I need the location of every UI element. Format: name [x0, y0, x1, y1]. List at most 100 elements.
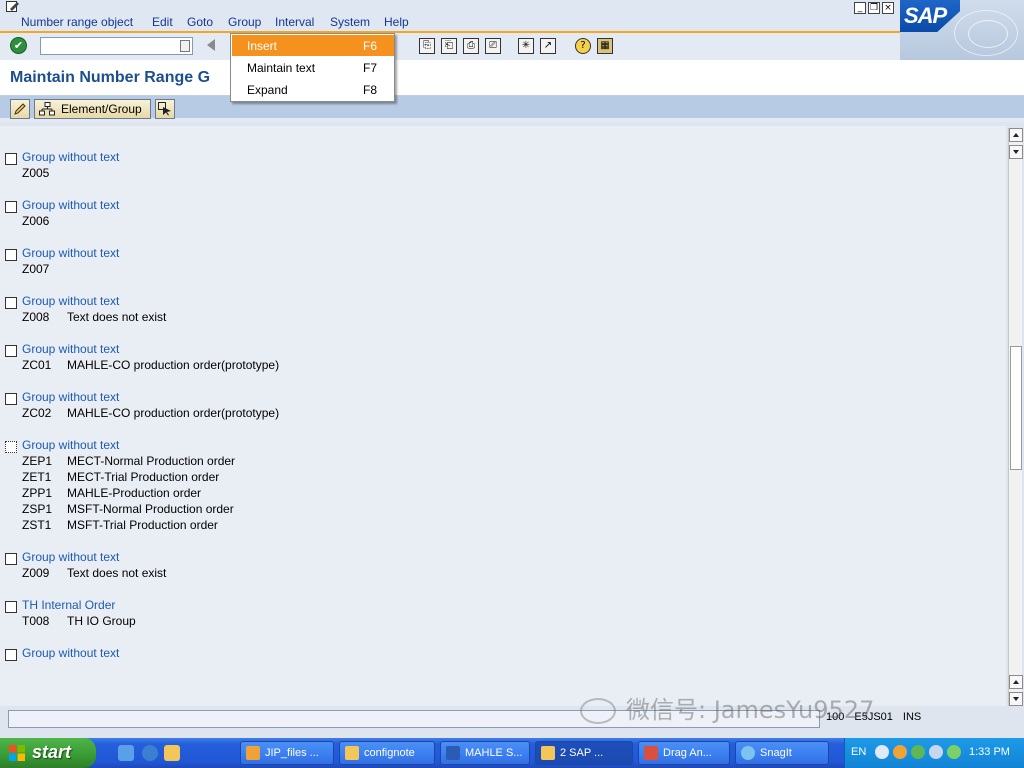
taskbar-button-sap[interactable]: 2 SAP ...	[535, 741, 633, 765]
group-name-link[interactable]: Group without text	[22, 150, 119, 164]
subobject-text: Text does not exist	[67, 566, 167, 580]
subobject-code: ZPP1	[22, 486, 53, 500]
group-name-link[interactable]: TH Internal Order	[22, 598, 115, 612]
scroll-thumb[interactable]	[1010, 346, 1022, 470]
menu-group[interactable]: Group	[228, 15, 261, 29]
taskbar-button-label: MAHLE S...	[465, 747, 523, 759]
tray-snagit-icon[interactable]	[893, 745, 907, 759]
tray-arrow-icon[interactable]	[875, 745, 889, 759]
tray-network-icon[interactable]	[911, 745, 925, 759]
menu-help[interactable]: Help	[384, 15, 409, 29]
subobject-row: Z007	[22, 262, 67, 276]
layout-menu-icon[interactable]: ▦	[597, 38, 613, 54]
menu-goto[interactable]: Goto	[187, 15, 213, 29]
drag-icon	[644, 746, 658, 760]
minimize-button[interactable]: _	[854, 2, 866, 14]
group-name-link[interactable]: Group without text	[22, 550, 119, 564]
find-icon[interactable]: ⎙	[463, 38, 479, 54]
subobject-code: ZST1	[22, 518, 52, 532]
input-mode[interactable]: INS	[903, 711, 921, 723]
subobject-row: Z008 Text does not exist	[22, 310, 166, 324]
logo-ripple	[968, 20, 1008, 48]
group-checkbox[interactable]	[5, 649, 17, 661]
command-field[interactable]	[40, 37, 193, 55]
tray-monitor-icon[interactable]	[929, 745, 943, 759]
menu-option-shortcut: F8	[363, 83, 378, 97]
watermark: 微信号: JamesYu9527	[580, 690, 874, 725]
window-menu-icon[interactable]	[6, 1, 20, 13]
taskbar-button-mahle[interactable]: MAHLE S...	[440, 741, 530, 765]
desktop-icon[interactable]	[118, 745, 134, 761]
back-arrow-icon[interactable]	[207, 39, 215, 51]
menu-option-expand[interactable]: Expand F8	[232, 79, 394, 100]
taskbar-button-label: JIP_files ...	[265, 747, 319, 759]
previous-page-icon[interactable]: ↗	[540, 38, 556, 54]
group-name-link[interactable]: Group without text	[22, 246, 119, 260]
group-checkbox[interactable]	[5, 441, 17, 453]
copy-icon[interactable]: ⎗	[441, 38, 457, 54]
ie-icon[interactable]	[142, 745, 158, 761]
windows-taskbar: start JIP_files ... confignote MAHLE S..…	[0, 738, 1024, 768]
group-checkbox[interactable]	[5, 345, 17, 357]
taskbar-button-confignote[interactable]: confignote	[339, 741, 435, 765]
sap-icon	[541, 746, 555, 760]
element-group-button[interactable]: Element/Group	[34, 99, 151, 119]
first-page-icon[interactable]: ✳	[518, 38, 534, 54]
menu-number-range-object[interactable]: Number range object	[21, 15, 133, 29]
menu-system[interactable]: System	[330, 15, 370, 29]
group-name-link[interactable]: Group without text	[22, 294, 119, 308]
group-checkbox[interactable]	[5, 153, 17, 165]
restore-button[interactable]: ❐	[868, 2, 880, 14]
enter-check-icon[interactable]: ✔	[10, 37, 27, 54]
group-checkbox[interactable]	[5, 201, 17, 213]
group-checkbox[interactable]	[5, 601, 17, 613]
taskbar-button-jip-files[interactable]: JIP_files ...	[240, 741, 334, 765]
taskbar-button-drag-and-drop[interactable]: Drag An...	[638, 741, 730, 765]
menu-bar: Number range object Edit Goto Group Inte…	[0, 0, 1024, 33]
scroll-down-button[interactable]	[1009, 692, 1023, 706]
element-group-label: Element/Group	[61, 102, 142, 116]
subobject-text: MECT-Normal Production order	[67, 454, 236, 468]
find-next-icon[interactable]: ⎚	[485, 38, 501, 54]
scroll-up-button[interactable]	[1009, 128, 1023, 142]
menu-interval[interactable]: Interval	[275, 15, 314, 29]
taskbar-button-snagit[interactable]: SnagIt	[735, 741, 829, 765]
html-file-icon	[246, 746, 260, 760]
create-session-icon[interactable]: ⎘	[419, 38, 435, 54]
group-name-link[interactable]: Group without text	[22, 342, 119, 356]
vertical-scrollbar[interactable]	[1008, 128, 1023, 706]
subobject-text: MAHLE-CO production order(prototype)	[67, 358, 280, 372]
group-name-link[interactable]: Group without text	[22, 198, 119, 212]
select-button[interactable]	[155, 99, 175, 119]
command-history-icon[interactable]	[180, 40, 190, 52]
system-tray: EN 1:33 PM	[844, 738, 1024, 768]
group-name-link[interactable]: Group without text	[22, 438, 119, 452]
edit-pencil-button[interactable]	[10, 99, 30, 119]
subobject-code: Z007	[22, 262, 50, 276]
close-button[interactable]: ×	[882, 2, 894, 14]
start-button[interactable]: start	[0, 738, 96, 768]
explorer-icon[interactable]	[164, 745, 180, 761]
group-checkbox[interactable]	[5, 249, 17, 261]
group-name-link[interactable]: Group without text	[22, 390, 119, 404]
help-icon[interactable]: ?	[575, 38, 591, 54]
pencil-icon	[14, 103, 26, 115]
menu-edit[interactable]: Edit	[152, 15, 173, 29]
subobject-code: T008	[22, 614, 50, 628]
tray-wifi-icon[interactable]	[947, 745, 961, 759]
group-entry: Group without text ZEP1 MECT-Normal Produc…	[0, 438, 990, 534]
group-checkbox[interactable]	[5, 393, 17, 405]
group-name-link[interactable]: Group without text	[22, 646, 119, 660]
language-indicator[interactable]: EN	[851, 746, 866, 758]
group-checkbox[interactable]	[5, 553, 17, 565]
scroll-page-up-button[interactable]	[1009, 675, 1023, 689]
title-bar: Maintain Number Range G	[0, 60, 1024, 96]
menu-option-maintain-text[interactable]: Maintain text F7	[232, 57, 394, 78]
window-controls: _ ❐ ×	[854, 2, 894, 14]
menu-option-insert[interactable]: Insert F6	[232, 35, 394, 56]
group-checkbox[interactable]	[5, 297, 17, 309]
application-toolbar: Element/Group	[0, 96, 1024, 122]
page-title: Maintain Number Range G	[10, 69, 211, 86]
scroll-page-down-button[interactable]	[1009, 145, 1023, 159]
subobject-text: Text does not exist	[67, 310, 167, 324]
